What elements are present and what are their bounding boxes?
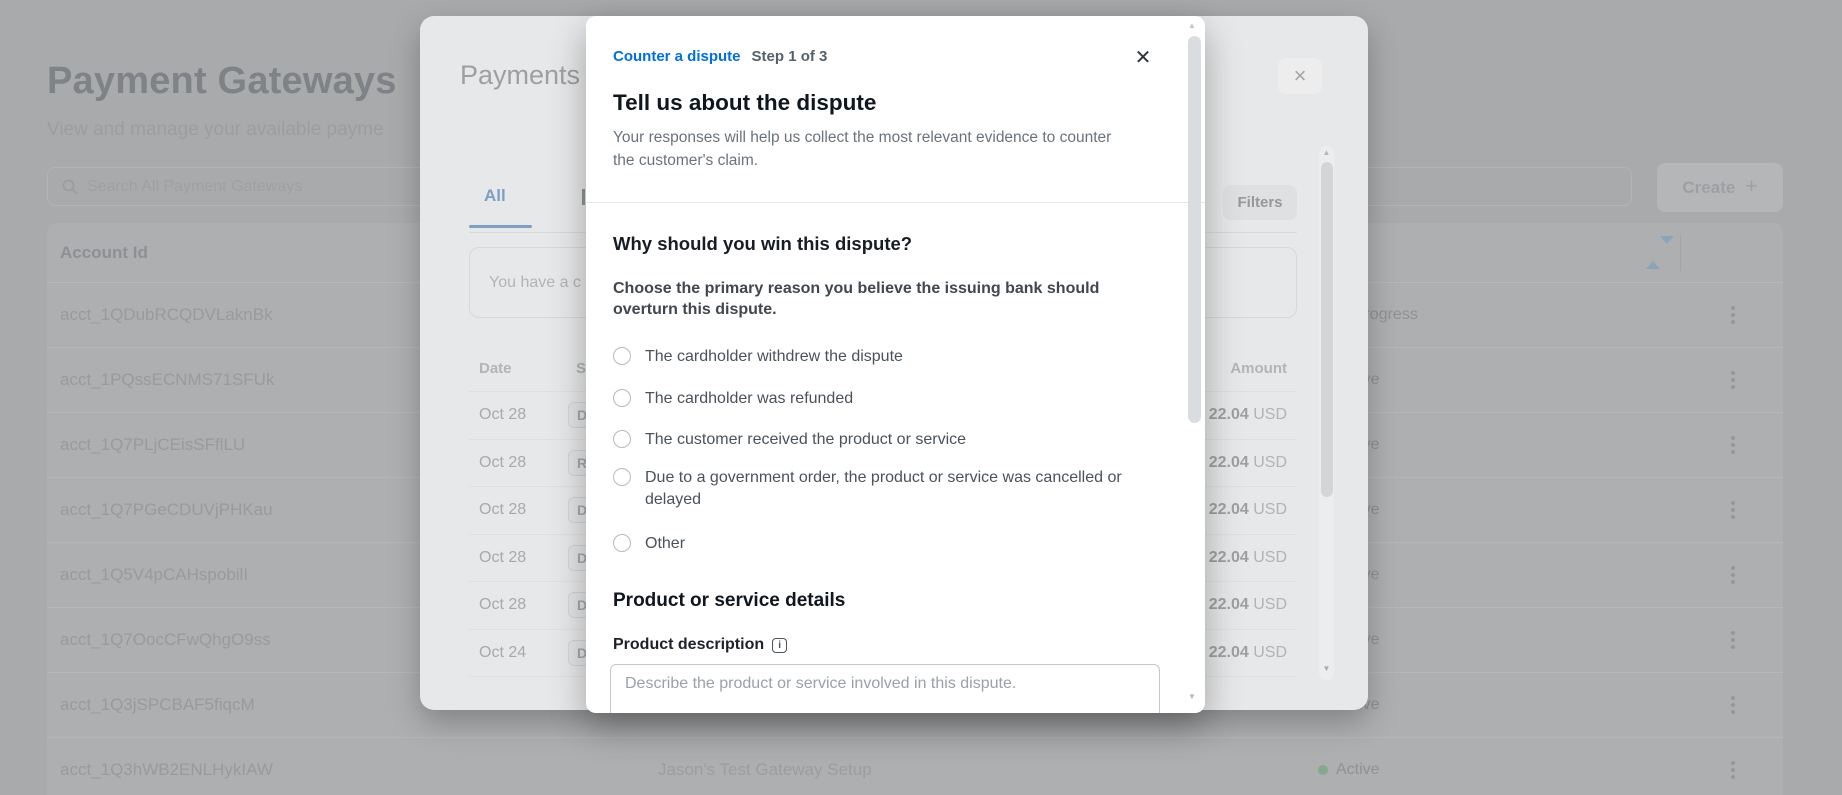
account-id-cell: acct_1Q3jSPCBAF5fiqcM: [60, 695, 255, 715]
account-id-cell: acct_1Q3hWB2ENLHykIAW: [60, 760, 273, 780]
dialog-title: Tell us about the dispute: [613, 90, 876, 116]
payment-amount: 22.04 USD: [1209, 501, 1287, 519]
radio-option-cardholder-refunded[interactable]: The cardholder was refunded: [613, 388, 853, 410]
radio-option-other[interactable]: Other: [613, 533, 685, 555]
payment-amount: 22.04 USD: [1209, 596, 1287, 614]
account-id-cell: acct_1Q7OocCFwQhgO9ss: [60, 630, 271, 650]
scrollbar-thumb[interactable]: [1321, 162, 1333, 497]
radio-icon[interactable]: [613, 534, 631, 552]
notice-banner-text: You have a c: [489, 274, 581, 292]
radio-label[interactable]: The cardholder was refunded: [645, 388, 853, 410]
account-id-cell: acct_1Q5V4pCAHspobilI: [60, 565, 248, 585]
payments-dialog-close-icon[interactable]: ×: [1278, 58, 1322, 94]
gateway-name-cell: Jason's Test Gateway Setup: [658, 760, 872, 780]
radio-option-customer-received[interactable]: The customer received the product or ser…: [613, 429, 966, 451]
reason-prompt: Choose the primary reason you believe th…: [613, 278, 1151, 320]
screen: Payment Gateways View and manage your av…: [0, 0, 1842, 795]
payments-dialog-title: Payments: [460, 60, 580, 91]
radio-icon[interactable]: [613, 468, 631, 486]
header-divider: [586, 202, 1205, 203]
page-subtitle: View and manage your available payme: [47, 119, 384, 141]
product-description-label-row: Product description i: [613, 636, 787, 654]
tab-fragment[interactable]: [582, 189, 585, 205]
sort-icon[interactable]: [1646, 244, 1660, 262]
status-dot: [1318, 765, 1328, 775]
plus-icon: +: [1745, 176, 1757, 197]
active-tab-underline: [469, 225, 532, 228]
scrollbar-down-icon[interactable]: ▼: [1321, 664, 1332, 673]
row-actions-kebab-icon[interactable]: [1726, 432, 1740, 458]
radio-icon[interactable]: [613, 347, 631, 365]
payment-amount: 22.04 USD: [1209, 454, 1287, 472]
column-header-date: Date: [479, 360, 512, 377]
create-button[interactable]: Create +: [1657, 163, 1783, 212]
step-indicator: Step 1 of 3: [752, 48, 828, 65]
dialog-description: Your responses will help us collect the …: [613, 126, 1118, 172]
payment-amount: 22.04 USD: [1209, 549, 1287, 567]
row-actions-kebab-icon[interactable]: [1726, 367, 1740, 393]
dialog-breadcrumb: Counter a dispute Step 1 of 3: [613, 48, 827, 65]
search-icon: [62, 179, 78, 195]
dialog-close-icon[interactable]: ✕: [1129, 43, 1157, 71]
account-id-cell: acct_1PQssECNMS71SFUk: [60, 370, 274, 390]
tab-all[interactable]: All: [484, 186, 506, 206]
radio-label[interactable]: The cardholder withdrew the dispute: [645, 346, 903, 368]
row-actions-kebab-icon[interactable]: [1726, 562, 1740, 588]
row-actions-kebab-icon[interactable]: [1726, 497, 1740, 523]
search-placeholder: Search All Payment Gateways: [87, 178, 302, 196]
scrollbar-down-icon[interactable]: ▼: [1185, 692, 1199, 701]
row-actions-kebab-icon[interactable]: [1726, 692, 1740, 718]
row-actions-kebab-icon[interactable]: [1726, 627, 1740, 653]
payment-amount: 22.04 USD: [1209, 406, 1287, 424]
payment-amount: 22.04 USD: [1209, 644, 1287, 662]
radio-label[interactable]: Other: [645, 533, 685, 555]
radio-option-government-order[interactable]: Due to a government order, the product o…: [613, 467, 1173, 511]
account-id-cell: acct_1Q7PGeCDUVjPHKau: [60, 500, 273, 520]
column-header-account-id: Account Id: [60, 243, 148, 263]
radio-option-cardholder-withdrew[interactable]: The cardholder withdrew the dispute: [613, 346, 903, 368]
radio-icon[interactable]: [613, 430, 631, 448]
account-id-cell: acct_1Q7PLjCEisSFflLU: [60, 435, 245, 455]
payment-date: Oct 28: [479, 596, 526, 614]
payment-date: Oct 28: [479, 454, 526, 472]
payment-date: Oct 28: [479, 549, 526, 567]
column-header-amount: Amount: [1230, 360, 1287, 377]
radio-label[interactable]: The customer received the product or ser…: [645, 429, 966, 451]
account-id-cell: acct_1QDubRCQDVLaknBk: [60, 305, 273, 325]
scrollbar-up-icon[interactable]: ▲: [1321, 148, 1332, 157]
status-badge: Active: [1318, 761, 1380, 779]
scrollbar-thumb[interactable]: [1188, 36, 1201, 423]
info-icon[interactable]: i: [772, 638, 787, 653]
payment-date: Oct 24: [479, 644, 526, 662]
section-heading: Why should you win this dispute?: [613, 233, 912, 255]
product-description-textarea[interactable]: [610, 664, 1160, 713]
scrollbar-up-icon[interactable]: ▲: [1185, 21, 1199, 30]
page-title: Payment Gateways: [47, 60, 397, 103]
header-column-divider: [1680, 236, 1681, 271]
counter-dispute-dialog: Counter a dispute Step 1 of 3 ✕ Tell us …: [586, 16, 1205, 713]
radio-icon[interactable]: [613, 389, 631, 407]
payment-date: Oct 28: [479, 406, 526, 424]
payment-date: Oct 28: [479, 501, 526, 519]
product-description-label: Product description: [613, 636, 764, 654]
details-heading: Product or service details: [613, 590, 845, 612]
table-row: acct_1Q3hWB2ENLHykIAW Jason's Test Gatew…: [47, 738, 1783, 795]
counter-dispute-breadcrumb: Counter a dispute: [613, 48, 741, 65]
radio-label[interactable]: Due to a government order, the product o…: [645, 467, 1173, 511]
filters-button[interactable]: Filters: [1223, 185, 1297, 220]
row-actions-kebab-icon[interactable]: [1726, 757, 1740, 783]
row-actions-kebab-icon[interactable]: [1726, 302, 1740, 328]
create-button-label: Create: [1682, 178, 1735, 198]
